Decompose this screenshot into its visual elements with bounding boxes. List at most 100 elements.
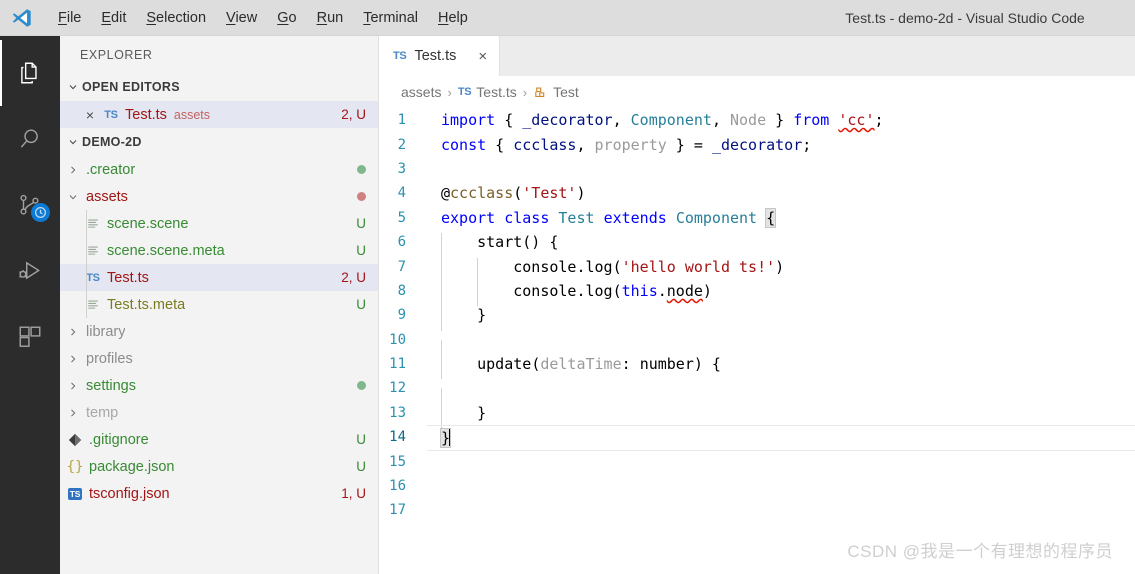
indent-guide xyxy=(86,291,87,318)
code-text: console.log(this.node) xyxy=(427,281,712,307)
tree-folder-profiles[interactable]: profiles xyxy=(60,345,378,372)
tree-item-label: .creator xyxy=(86,161,136,178)
chevron-right-icon[interactable] xyxy=(64,326,82,338)
tree-file-test-ts[interactable]: TS Test.ts 2, U xyxy=(60,264,378,291)
line-number: 6 xyxy=(397,234,406,251)
tree-file-gitignore[interactable]: .gitignore U xyxy=(60,426,378,453)
chevron-right-icon[interactable] xyxy=(64,407,82,419)
source-control-icon[interactable] xyxy=(0,172,60,238)
tree-folder-assets[interactable]: assets xyxy=(60,183,378,210)
code-line[interactable]: 4 @ccclass('Test') xyxy=(379,181,1135,205)
code-line[interactable]: 10 xyxy=(379,328,1135,365)
code-line[interactable]: 14} xyxy=(379,425,1135,452)
line-number: 14 xyxy=(389,429,406,446)
line-number: 10 xyxy=(389,331,406,348)
menu-run[interactable]: Run xyxy=(307,8,354,28)
open-editors-section-header[interactable]: OPEN EDITORS xyxy=(60,73,378,101)
code-line[interactable]: 11 update(deltaTime: number) { xyxy=(379,352,1135,380)
tree-file-test-ts-meta[interactable]: Test.ts.meta U xyxy=(60,291,378,318)
menu-view[interactable]: View xyxy=(216,8,267,28)
code-line[interactable]: 2 const { ccclass, property } = _decorato… xyxy=(379,132,1135,156)
code-line[interactable]: 13 } xyxy=(379,401,1135,429)
breadcrumb-label: Test xyxy=(553,84,579,100)
menu-terminal[interactable]: Terminal xyxy=(353,8,428,28)
line-number: 13 xyxy=(389,404,406,421)
code-line[interactable]: 8 console.log(this.node) xyxy=(379,279,1135,307)
code-editor[interactable]: 1 import { _decorator, Component, Node } … xyxy=(379,108,1135,574)
code-content[interactable]: 1 import { _decorator, Component, Node } … xyxy=(379,108,1135,523)
breadcrumb-item-assets[interactable]: assets xyxy=(401,84,441,100)
chevron-right-icon[interactable] xyxy=(64,380,82,392)
open-editor-description: assets xyxy=(173,107,211,122)
line-number: 3 xyxy=(397,160,406,177)
tree-item-badge: 2, U xyxy=(341,270,366,285)
search-icon[interactable] xyxy=(0,106,60,172)
tree-item-badge: U xyxy=(356,243,366,258)
line-number: 8 xyxy=(397,282,406,299)
breadcrumb-label: Test.ts xyxy=(476,84,517,100)
title-bar: File Edit Selection View Go Run Terminal… xyxy=(0,0,1135,36)
breadcrumb: assets › TS Test.ts › Test xyxy=(379,76,1135,108)
tree-item-label: Test.ts xyxy=(107,269,149,286)
extensions-icon[interactable] xyxy=(0,304,60,370)
tab-test-ts[interactable]: TS Test.ts × xyxy=(379,36,501,76)
menu-go[interactable]: Go xyxy=(267,8,306,28)
git-icon xyxy=(64,433,86,447)
open-editor-label: Test.ts xyxy=(125,106,167,123)
open-editor-item-test-ts[interactable]: × TS Test.ts assets 2, U xyxy=(60,101,378,128)
menu-bar[interactable]: File Edit Selection View Go Run Terminal… xyxy=(48,8,478,28)
code-text: @ccclass('Test') xyxy=(441,184,586,203)
tree-item-label: scene.scene xyxy=(107,215,189,232)
chevron-right-icon[interactable] xyxy=(64,353,82,365)
code-line[interactable]: 6 start() { xyxy=(379,230,1135,258)
tree-item-label: profiles xyxy=(86,350,133,367)
tree-file-scene-scene[interactable]: scene.scene U xyxy=(60,210,378,237)
close-icon[interactable]: × xyxy=(80,107,100,123)
breadcrumb-separator: › xyxy=(522,84,528,100)
code-line[interactable]: 1 import { _decorator, Component, Node } … xyxy=(379,108,1135,132)
code-line[interactable]: 3 xyxy=(379,157,1135,181)
tree-folder-temp[interactable]: temp xyxy=(60,399,378,426)
editor-area: TS Test.ts × assets › TS Test.ts › Test … xyxy=(379,36,1135,574)
chevron-right-icon[interactable] xyxy=(64,164,82,176)
close-icon[interactable]: × xyxy=(464,48,487,65)
breadcrumb-label: assets xyxy=(401,84,442,100)
tree-item-label: assets xyxy=(86,188,128,205)
menu-edit[interactable]: Edit xyxy=(91,8,136,28)
code-line[interactable]: 17 xyxy=(379,498,1135,522)
ts-file-icon: TS xyxy=(393,50,407,62)
code-text: export class Test extends Component { xyxy=(441,207,777,228)
breadcrumb-item-test-ts[interactable]: TS Test.ts xyxy=(458,84,517,100)
tree-item-label: Test.ts.meta xyxy=(107,296,186,313)
code-text: start() { xyxy=(427,233,558,258)
breadcrumb-separator: › xyxy=(447,84,452,100)
line-number: 5 xyxy=(397,209,406,226)
tree-folder-library[interactable]: library xyxy=(60,318,378,345)
menu-selection[interactable]: Selection xyxy=(136,8,216,28)
tree-file-package-json[interactable]: {} package.json U xyxy=(60,453,378,480)
status-dot xyxy=(357,192,366,201)
code-line[interactable]: 12 xyxy=(379,376,1135,413)
line-number: 9 xyxy=(397,307,406,324)
file-tree: .creator assets scene.scene Uscene.scene.me… xyxy=(60,156,378,507)
code-line[interactable]: 15 xyxy=(379,449,1135,473)
indent-guide xyxy=(86,264,87,291)
menu-file[interactable]: File xyxy=(48,8,91,28)
tree-file-scene-scene-meta[interactable]: scene.scene.meta U xyxy=(60,237,378,264)
run-debug-icon[interactable] xyxy=(0,238,60,304)
code-line[interactable]: 5 export class Test extends Component { xyxy=(379,206,1135,230)
menu-help[interactable]: Help xyxy=(428,8,478,28)
explorer-icon[interactable] xyxy=(0,40,60,106)
workspace-label: DEMO-2D xyxy=(82,135,142,149)
tree-folder-creator[interactable]: .creator xyxy=(60,156,378,183)
code-line[interactable]: 9 } xyxy=(379,303,1135,331)
code-line[interactable]: 16 xyxy=(379,474,1135,498)
code-text: import { _decorator, Component, Node } f… xyxy=(441,111,884,130)
code-line[interactable]: 7 console.log('hello world ts!') xyxy=(379,254,1135,282)
workspace-section-header[interactable]: DEMO-2D xyxy=(60,128,378,156)
breadcrumb-item-test-class[interactable]: Test xyxy=(533,84,579,100)
line-number: 1 xyxy=(397,112,406,129)
tree-folder-settings[interactable]: settings xyxy=(60,372,378,399)
tree-file-tsconfig-json[interactable]: TS tsconfig.json 1, U xyxy=(60,480,378,507)
chevron-down-icon[interactable] xyxy=(64,191,82,203)
